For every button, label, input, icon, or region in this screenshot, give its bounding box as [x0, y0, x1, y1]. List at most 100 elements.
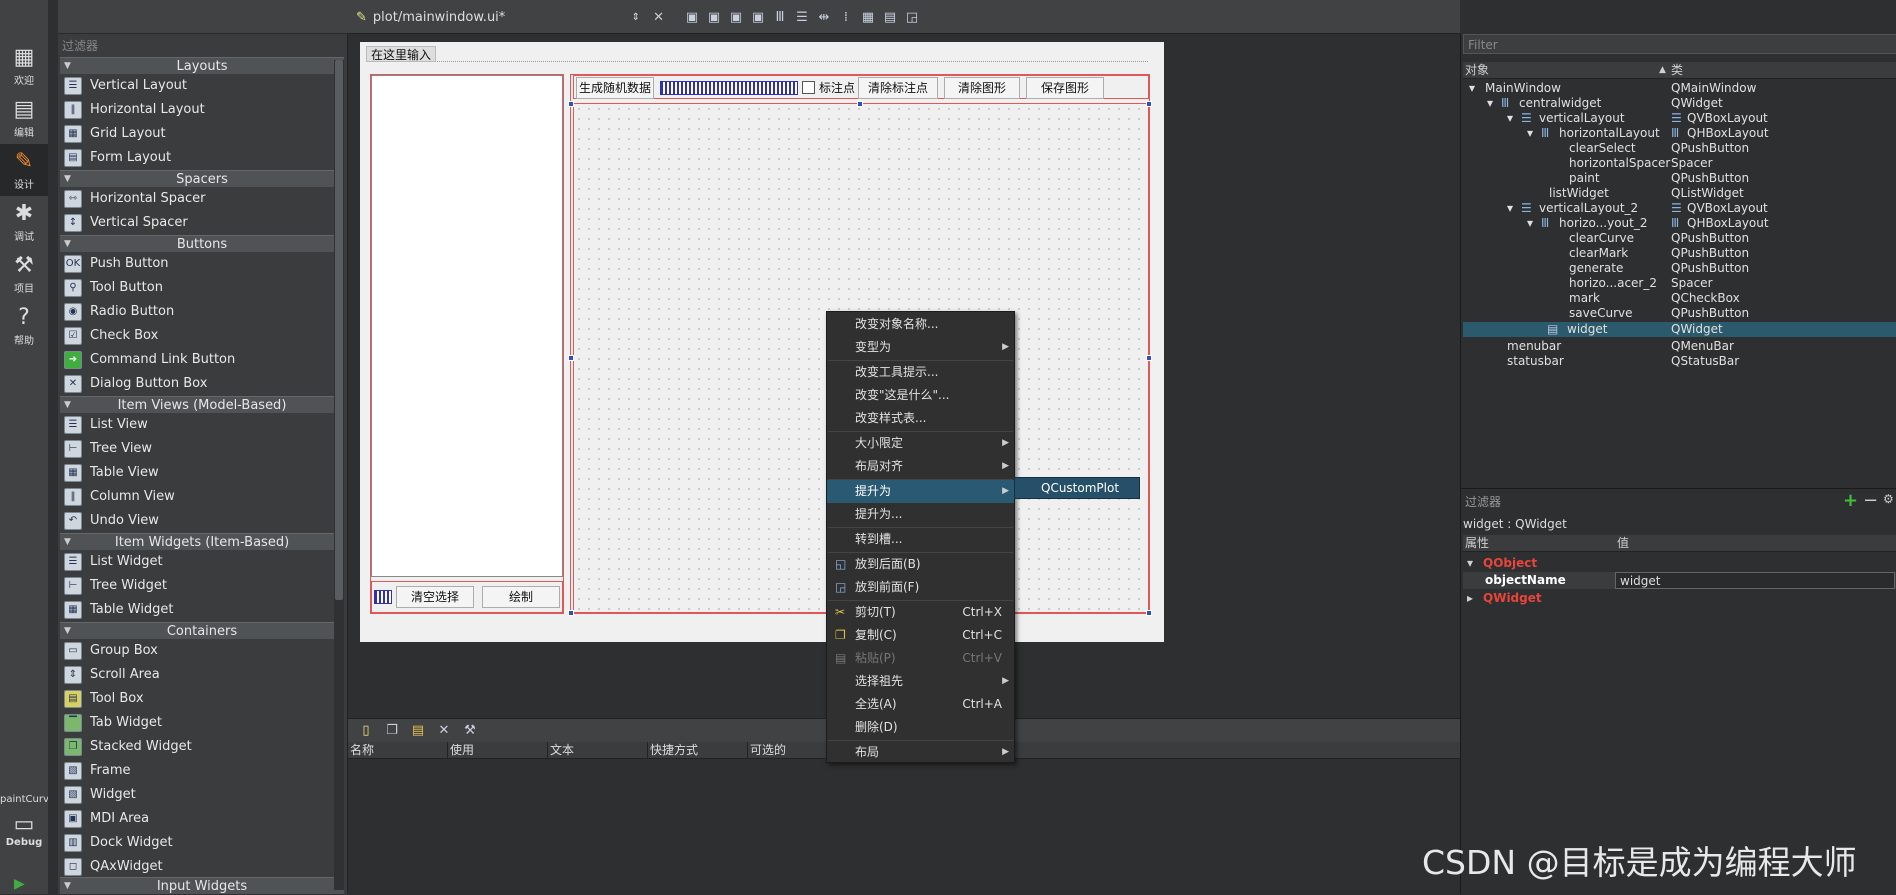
widget-item[interactable]: ▔ Tab Widget — [62, 711, 342, 735]
horizontal-spacer[interactable] — [374, 590, 392, 604]
tree-row[interactable]: menubar QMenuBar — [1463, 339, 1896, 354]
widget-box-filter[interactable]: 过滤器 — [62, 36, 342, 56]
menu-item-promote-to[interactable]: 提升为 ▶ — [827, 480, 1014, 503]
menu-item-layout-alignment[interactable]: 布局对齐 ▶ — [827, 455, 1014, 478]
menu-item-change-tooltip[interactable]: 改变工具提示... — [827, 361, 1014, 384]
property-group-qwidget[interactable]: ▸ QWidget — [1463, 590, 1896, 606]
submenu-item-qcustomplot[interactable]: QCustomPlot — [1014, 477, 1140, 499]
selection-handle[interactable] — [568, 355, 574, 361]
tree-row[interactable]: saveCurve QPushButton — [1463, 306, 1896, 321]
mode-debug[interactable]: ✱ 调试 — [0, 196, 48, 248]
tree-row[interactable]: mark QCheckBox — [1463, 291, 1896, 306]
menu-item-promote-to-dialog[interactable]: 提升为... — [827, 503, 1014, 526]
property-row[interactable]: objectName widget — [1463, 572, 1896, 589]
tree-row[interactable]: generate QPushButton — [1463, 261, 1896, 276]
widget-item[interactable]: ❐ Stacked Widget — [62, 735, 342, 759]
mode-welcome[interactable]: ▦ 欢迎 — [0, 40, 48, 92]
widget-item[interactable]: ☰ List View — [62, 413, 342, 437]
widget-item[interactable]: ▧ Frame — [62, 759, 342, 783]
widget-item[interactable]: ‖ Horizontal Layout — [62, 98, 342, 122]
mark-checkbox[interactable]: 标注点 — [802, 78, 855, 98]
menu-item-cut[interactable]: ✂ 剪切(T) Ctrl+X — [827, 601, 1014, 624]
mode-design[interactable]: ✎ 设计 — [0, 144, 48, 196]
horizontal-layout[interactable]: 清空选择 绘制 — [371, 581, 563, 613]
configure-icon[interactable]: ⚙ — [1883, 492, 1894, 506]
selection-handle[interactable] — [1146, 355, 1152, 361]
column-header[interactable]: 名称 — [348, 742, 448, 759]
widget-item[interactable]: ↕ Vertical Spacer — [62, 211, 342, 235]
widget-item[interactable]: ⊢ Tree View — [62, 437, 342, 461]
selection-handle[interactable] — [568, 101, 574, 107]
widget-item[interactable]: ✕ Dialog Button Box — [62, 372, 342, 396]
property-group-qobject[interactable]: ▾ QObject — [1463, 555, 1896, 571]
menu-item-delete[interactable]: 删除(D) — [827, 716, 1014, 739]
widget-item[interactable]: ▧ Widget — [62, 783, 342, 807]
remove-property-icon[interactable]: − — [1863, 490, 1878, 511]
expand-arrow-icon[interactable]: ▾ — [1467, 555, 1473, 571]
tree-row[interactable]: ▾ ☰ verticalLayout ☰ QVBoxLayout — [1463, 111, 1896, 126]
layout-horizontal-icon[interactable]: Ⅲ — [772, 10, 788, 26]
new-action-icon[interactable]: ▯ — [358, 723, 374, 739]
tree-row[interactable]: ▾ ⅢhorizontalLayout Ⅲ QHBoxLayout — [1463, 126, 1896, 141]
menu-item-morph-into[interactable]: 变型为 ▶ — [827, 336, 1014, 359]
widget-item[interactable]: ⇿ Horizontal Spacer — [62, 187, 342, 211]
kit-selector[interactable]: ▭ Debug — [0, 812, 48, 862]
add-property-icon[interactable]: + — [1843, 490, 1858, 511]
expand-arrow-icon[interactable]: ▾ — [1487, 96, 1493, 111]
mode-projects[interactable]: ⚒ 项目 — [0, 248, 48, 300]
edit-buddies-icon[interactable]: ▣ — [728, 10, 744, 26]
widget-item[interactable]: ▭ Group Box — [62, 639, 342, 663]
close-icon[interactable]: ✕ — [653, 8, 664, 28]
expand-arrow-icon[interactable]: ▾ — [1527, 216, 1533, 231]
widget-item[interactable]: ▣ MDI Area — [62, 807, 342, 831]
checkbox-box[interactable] — [802, 81, 815, 94]
selection-handle[interactable] — [568, 610, 574, 616]
tree-row[interactable]: ▾ Ⅲhorizo...yout_2 Ⅲ QHBoxLayout — [1463, 216, 1896, 231]
tree-row[interactable]: horizontalSpacer Spacer — [1463, 156, 1896, 171]
selection-handle[interactable] — [857, 101, 863, 107]
clear-select-button[interactable]: 清空选择 — [396, 586, 474, 608]
category-buttons[interactable]: ▼ Buttons — [60, 235, 344, 252]
list-widget[interactable] — [371, 75, 563, 577]
widget-item[interactable]: OK Push Button — [62, 252, 342, 276]
widget-item[interactable]: ⇕ Scroll Area — [62, 663, 342, 687]
horizontal-layout-2[interactable]: 生成随机数据 标注点 清除标注点 清除图形 保存图形 — [573, 75, 1149, 99]
main-window-form[interactable]: 在这里输入 清空选择 绘制 生成随机数据 标注点 清除标注点 清除图形 保存图形 — [360, 42, 1164, 642]
menu-type-here[interactable]: 在这里输入 — [366, 46, 437, 62]
menu-item-select-ancestor[interactable]: 选择祖先 ▶ — [827, 670, 1014, 693]
layout-vertical-icon[interactable]: ☰ — [794, 10, 810, 26]
column-header[interactable]: 值 — [1617, 535, 1629, 552]
mode-help[interactable]: ? 帮助 — [0, 300, 48, 352]
menu-item-size-constraints[interactable]: 大小限定 ▶ — [827, 432, 1014, 455]
edit-signals-icon[interactable]: ▣ — [706, 10, 722, 26]
tree-row[interactable]: horizo...acer_2 Spacer — [1463, 276, 1896, 291]
widget-item[interactable]: ☰ List Widget — [62, 550, 342, 574]
menu-item-bring-to-front[interactable]: ◲ 放到前面(F) — [827, 576, 1014, 599]
tree-row[interactable]: ▾ ☰ verticalLayout_2 ☰ QVBoxLayout — [1463, 201, 1896, 216]
run-icon[interactable]: ▶ — [14, 876, 25, 892]
vertical-layout[interactable]: 清空选择 绘制 — [370, 74, 564, 614]
expand-arrow-icon[interactable]: ▾ — [1507, 111, 1513, 126]
widget-item[interactable]: ▤ Tool Box — [62, 687, 342, 711]
column-header[interactable]: 对象 — [1465, 62, 1489, 79]
adjust-size-icon[interactable]: ◲ — [904, 10, 920, 26]
layout-grid-icon[interactable]: ▦ — [860, 10, 876, 26]
save-curve-button[interactable]: 保存图形 — [1026, 77, 1104, 99]
object-filter-input[interactable]: Filter — [1463, 34, 1896, 54]
column-header[interactable]: 文本 — [548, 742, 648, 759]
widget-item[interactable]: ⚲ Tool Button — [62, 276, 342, 300]
menu-item-change-stylesheet[interactable]: 改变样式表... — [827, 407, 1014, 430]
expand-arrow-icon[interactable]: ▾ — [1527, 126, 1533, 141]
column-header[interactable]: 快捷方式 — [648, 742, 748, 759]
tree-row[interactable]: clearMark QPushButton — [1463, 246, 1896, 261]
generate-button[interactable]: 生成随机数据 — [576, 77, 654, 99]
tree-row[interactable]: listWidget QListWidget — [1463, 186, 1896, 201]
tree-row[interactable]: clearCurve QPushButton — [1463, 231, 1896, 246]
menu-item-select-all[interactable]: 全选(A) Ctrl+A — [827, 693, 1014, 716]
horizontal-spacer-2[interactable] — [660, 81, 798, 95]
edit-widgets-icon[interactable]: ▣ — [684, 10, 700, 26]
expand-arrow-icon[interactable]: ▾ — [1507, 201, 1513, 216]
clear-curve-button[interactable]: 清除图形 — [944, 77, 1020, 99]
scrollbar-thumb[interactable] — [335, 60, 343, 600]
delete-action-icon[interactable]: ✕ — [436, 723, 452, 739]
